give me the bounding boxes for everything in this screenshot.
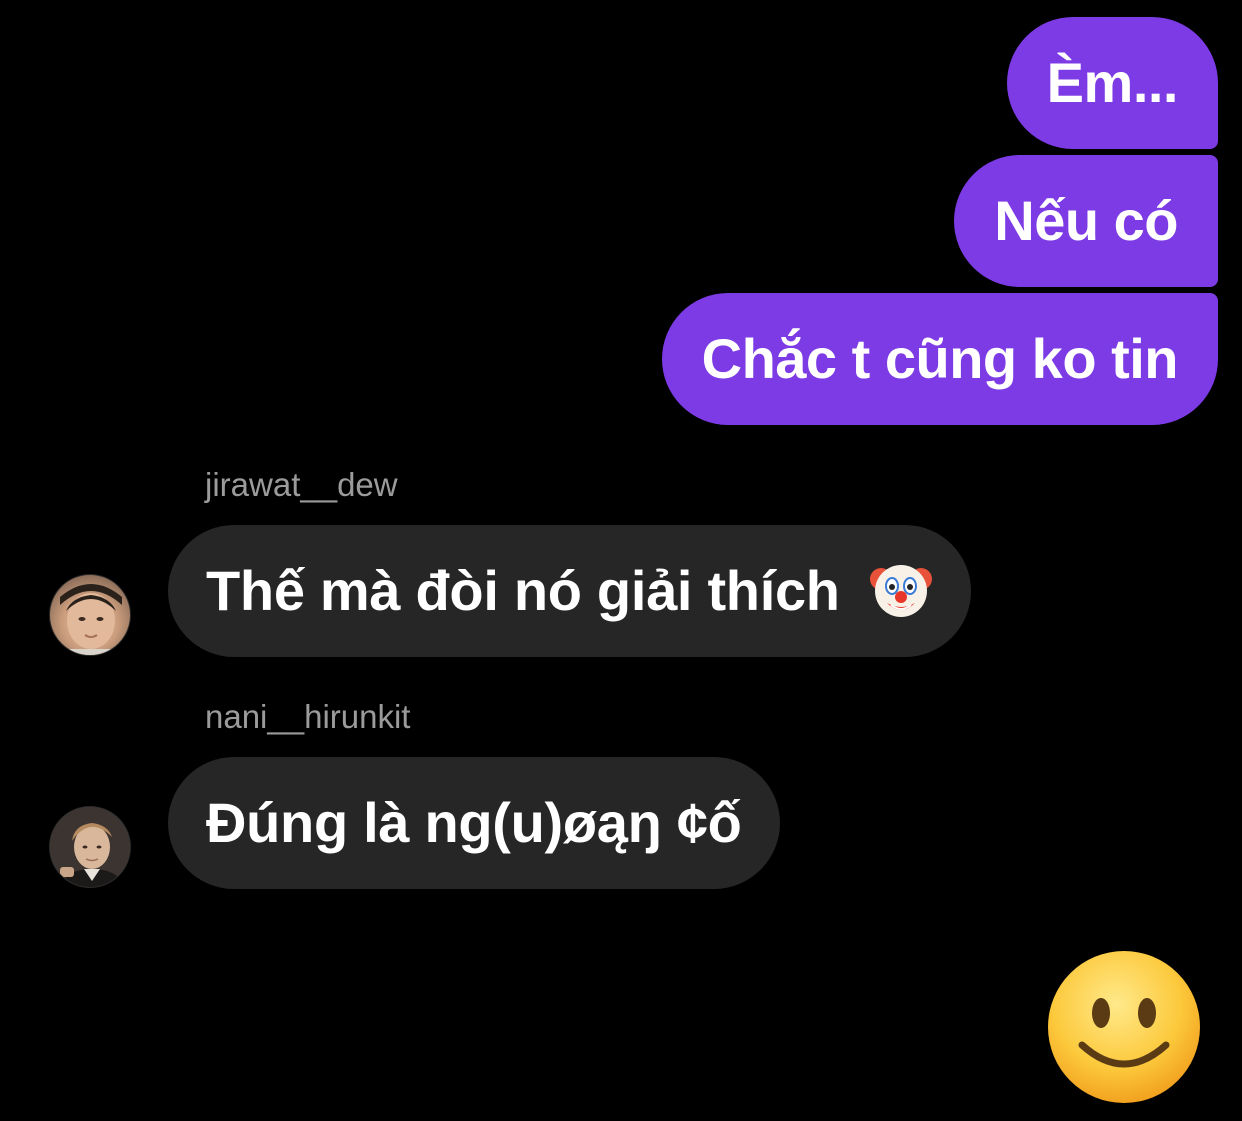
message-text: Èm...: [1046, 51, 1179, 114]
outgoing-message-bubble[interactable]: Chắc t cũng ko tin: [661, 293, 1218, 425]
avatar[interactable]: [49, 574, 131, 656]
sender-name[interactable]: jirawat__dew: [205, 466, 398, 504]
avatar[interactable]: [49, 806, 131, 888]
incoming-message-bubble[interactable]: Đúng là ng(u)øąŋ ¢ố: [168, 757, 780, 889]
clown-face-icon: [869, 565, 932, 618]
outgoing-message-bubble[interactable]: Èm...: [1006, 17, 1218, 149]
outgoing-message-bubble[interactable]: Nếu có: [954, 155, 1218, 287]
avatar-photo: [50, 807, 130, 887]
slightly-smiling-face-icon[interactable]: [1046, 949, 1202, 1105]
incoming-message-bubble[interactable]: Thế mà đòi nó giải thích: [168, 525, 971, 657]
sender-name[interactable]: nani__hirunkit: [205, 698, 410, 736]
message-text: Chắc t cũng ko tin: [701, 327, 1179, 390]
message-text: Đúng là ng(u)øąŋ ¢ố: [206, 791, 742, 854]
avatar-photo: [50, 584, 130, 655]
message-text: Thế mà đòi nó giải thích: [206, 559, 840, 622]
message-text: Nếu có: [994, 189, 1178, 252]
